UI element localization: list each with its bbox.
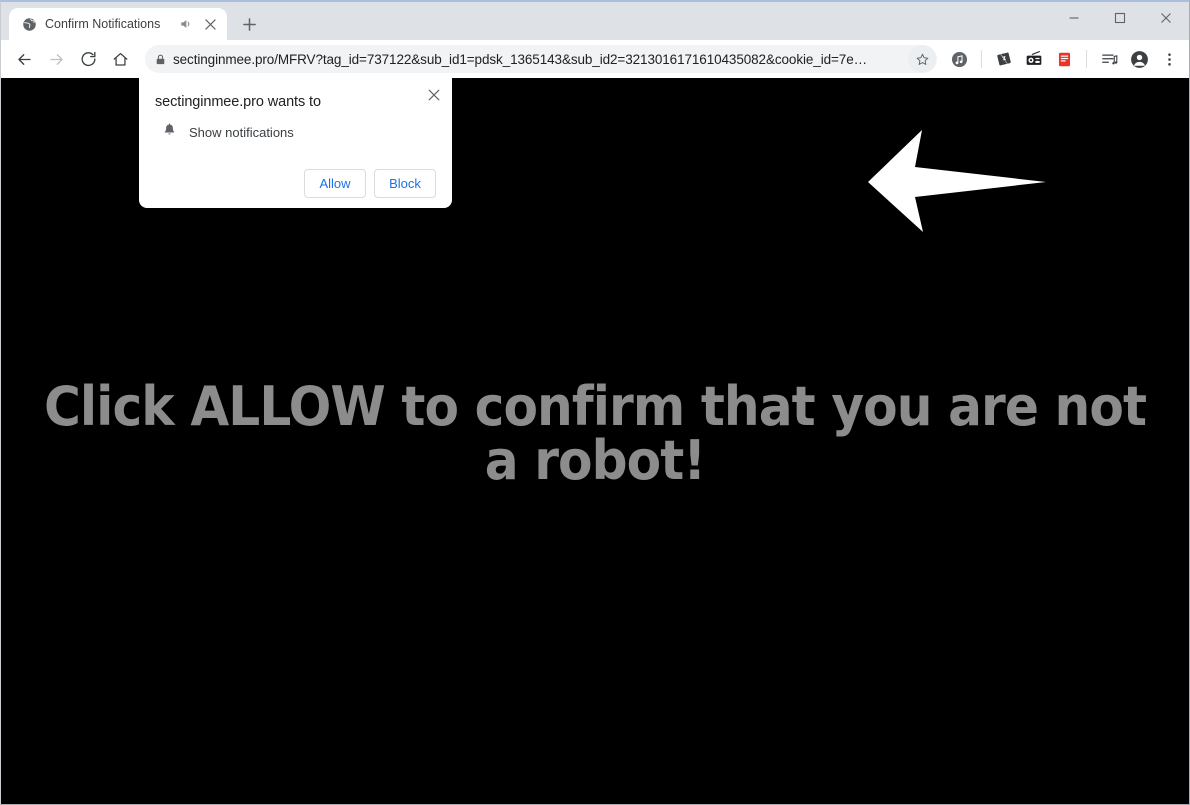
radio-extension-icon[interactable] bbox=[1020, 45, 1048, 73]
arrow-left-icon bbox=[17, 53, 31, 65]
tab-title: Confirm Notifications bbox=[45, 17, 161, 31]
tab-strip: Confirm Notifications bbox=[1, 2, 1189, 40]
profile-avatar-icon[interactable] bbox=[1125, 45, 1153, 73]
toolbar-divider-right bbox=[1086, 50, 1087, 68]
globe-icon bbox=[21, 16, 37, 32]
bell-icon bbox=[162, 122, 177, 143]
maximize-icon bbox=[1114, 12, 1126, 24]
speaker-icon[interactable] bbox=[178, 16, 194, 32]
lock-icon[interactable] bbox=[147, 46, 173, 72]
block-button[interactable]: Block bbox=[374, 169, 436, 198]
home-button[interactable] bbox=[105, 44, 135, 74]
page-viewport: Click ALLOW to confirm that you are not … bbox=[1, 78, 1189, 804]
dialog-actions: Allow Block bbox=[155, 169, 436, 198]
browser-tab[interactable]: Confirm Notifications bbox=[9, 8, 227, 40]
dialog-close-icon[interactable] bbox=[425, 86, 443, 104]
permission-row: Show notifications bbox=[162, 122, 436, 143]
music-extension-icon[interactable] bbox=[945, 45, 973, 73]
dark-card-extension-icon[interactable] bbox=[990, 45, 1018, 73]
plus-icon bbox=[242, 17, 256, 31]
arrow-right-icon bbox=[49, 53, 63, 65]
star-icon[interactable] bbox=[908, 45, 936, 73]
close-icon bbox=[1161, 13, 1171, 23]
close-button[interactable] bbox=[1143, 2, 1189, 34]
address-bar[interactable]: sectinginmee.pro/MFRV?tag_id=737122&sub_… bbox=[145, 45, 937, 73]
page-headline: Click ALLOW to confirm that you are not … bbox=[43, 375, 1147, 492]
window-controls bbox=[1051, 2, 1189, 34]
reload-icon bbox=[81, 51, 96, 66]
maximize-button[interactable] bbox=[1097, 2, 1143, 34]
allow-button[interactable]: Allow bbox=[304, 169, 366, 198]
reload-button[interactable] bbox=[73, 44, 103, 74]
home-icon bbox=[113, 52, 127, 66]
dialog-title: sectinginmee.pro wants to bbox=[155, 94, 321, 110]
minimize-icon bbox=[1069, 17, 1079, 19]
browser-toolbar: sectinginmee.pro/MFRV?tag_id=737122&sub_… bbox=[1, 40, 1189, 78]
media-playlist-icon[interactable] bbox=[1095, 45, 1123, 73]
tab-close-icon[interactable] bbox=[202, 16, 219, 33]
forward-button[interactable] bbox=[41, 44, 71, 74]
url-text: sectinginmee.pro/MFRV?tag_id=737122&sub_… bbox=[173, 51, 868, 67]
left-arrow-pointer bbox=[868, 130, 1046, 232]
notification-permission-dialog: sectinginmee.pro wants to Show notificat… bbox=[139, 78, 452, 208]
new-tab-button[interactable] bbox=[235, 10, 263, 38]
three-dot-menu-icon[interactable] bbox=[1155, 45, 1183, 73]
minimize-button[interactable] bbox=[1051, 2, 1097, 34]
browser-window: Confirm Notifications sectinginmee.pro/M… bbox=[0, 0, 1190, 805]
toolbar-divider-left bbox=[981, 50, 982, 68]
pdf-extension-icon[interactable] bbox=[1050, 45, 1078, 73]
permission-label: Show notifications bbox=[189, 125, 294, 140]
back-button[interactable] bbox=[9, 44, 39, 74]
